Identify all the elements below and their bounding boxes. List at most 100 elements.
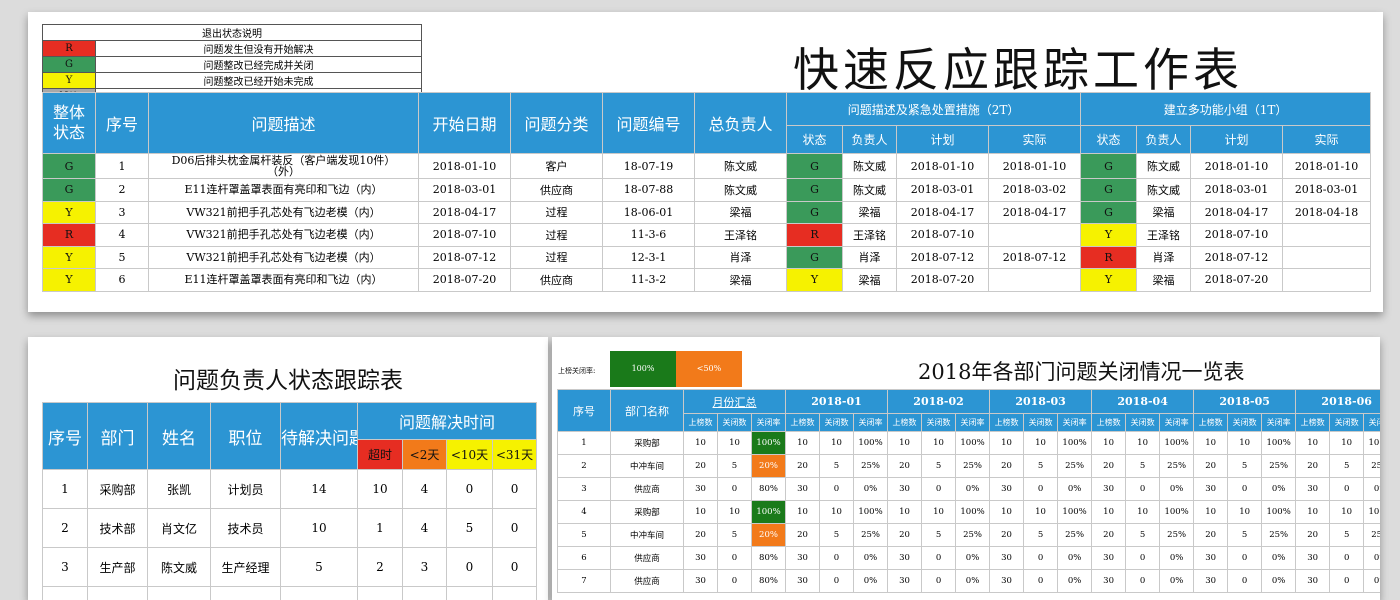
header-sub-0: 上榜数 — [989, 413, 1025, 432]
summary-rate: 80% — [751, 546, 786, 570]
month-listed: 30 — [989, 477, 1025, 501]
step-2t-actual: 2018-01-10 — [987, 153, 1082, 179]
owner-position: 生产经理 — [210, 547, 281, 587]
header-sub-2: 关闭率 — [852, 413, 889, 432]
header-no: 序号 — [42, 402, 88, 470]
month-closed: 0 — [819, 569, 854, 593]
legend-code: R — [42, 40, 96, 57]
month-listed: 30 — [785, 477, 820, 501]
empty-cell — [491, 586, 538, 600]
dept-name: 采购部 — [610, 431, 684, 455]
month-closed: 10 — [1023, 500, 1059, 524]
tracking-row: G 1 D06后排头枕金属杆装反（客户端发现10件） （外） 2018-01-10 客户 1… — [42, 153, 1372, 179]
empty-cell — [446, 586, 493, 600]
header-group-1t: 建立多功能小组（1T） — [1080, 92, 1372, 126]
row-category: 供应商 — [510, 178, 603, 202]
owner-time-0: 1 — [357, 508, 403, 548]
owner-row-partial — [42, 586, 538, 600]
legend-text: 问题整改已经开始未完成 — [95, 72, 422, 89]
step-1t-owner: 肖泽 — [1136, 245, 1192, 269]
owner-dept: 生产部 — [87, 547, 148, 587]
month-listed: 30 — [1193, 546, 1229, 570]
row-start-date: 2018-04-17 — [418, 200, 511, 224]
dept-row-no: 5 — [557, 523, 611, 547]
owner-position: 技术员 — [210, 508, 281, 548]
tracking-row: Y 5 VW321前把手孔芯处有飞边老模（内） 2018-07-12 过程 12-3-1 肖… — [42, 245, 1372, 269]
summary-listed: 10 — [683, 500, 718, 524]
step-1t-actual: 2018-03-01 — [1282, 178, 1372, 202]
month-closed: 0 — [1125, 546, 1161, 570]
row-owner: 梁福 — [694, 268, 787, 292]
row-issue-code: 11-3-2 — [602, 268, 695, 292]
header-sub-b-1: 负责人 — [1136, 125, 1192, 154]
month-closed: 10 — [921, 500, 957, 524]
month-rate: 100% — [1363, 431, 1380, 455]
dept-name: 供应商 — [610, 569, 684, 593]
owner-row: 2 技术部 肖文亿 技术员 10 1 4 5 0 — [42, 508, 538, 548]
step-2t-actual: 2018-03-02 — [987, 178, 1082, 202]
dept-row-no: 1 — [557, 431, 611, 455]
month-rate: 100% — [955, 500, 991, 524]
dept-row: 3供应商30080%3000%3000%3000%3000%3000%3000% — [557, 477, 1380, 501]
month-closed: 0 — [819, 477, 854, 501]
month-closed: 10 — [819, 500, 854, 524]
header-month: 2018-05 — [1193, 389, 1297, 414]
header-sub-0: 上榜数 — [683, 413, 718, 432]
month-rate: 25% — [852, 523, 889, 547]
step-1t-status: R — [1080, 245, 1138, 269]
month-rate: 25% — [955, 454, 991, 478]
dept-table-title: 2018年各部门问题关闭情况一览表 — [918, 360, 1245, 384]
owner-no: 3 — [42, 547, 88, 587]
month-listed: 10 — [785, 431, 820, 455]
header-sub-2: 关闭率 — [1057, 413, 1093, 432]
month-listed: 10 — [989, 500, 1025, 524]
owner-pending: 5 — [280, 547, 358, 587]
header-sub-1: 关闭数 — [1023, 413, 1059, 432]
owner-table-title: 问题负责人状态跟踪表 — [173, 368, 403, 394]
month-listed: 30 — [989, 569, 1025, 593]
dept-row: 4 采购部 10 10 100% 10 10 100% 10 10 100% 10 10 100% 10 10… — [557, 500, 1380, 524]
month-listed: 10 — [1193, 500, 1229, 524]
month-rate: 0% — [1057, 546, 1093, 570]
month-rate: 100% — [1363, 500, 1380, 524]
header-sub-0: 上榜数 — [1091, 413, 1127, 432]
month-listed: 30 — [989, 546, 1025, 570]
header-dept-name: 部门名称 — [610, 389, 684, 432]
summary-listed: 20 — [683, 523, 718, 547]
empty-cell — [147, 586, 211, 600]
header-description: 问题描述 — [148, 92, 419, 154]
summary-closed: 5 — [717, 523, 752, 547]
month-listed: 10 — [887, 500, 923, 524]
step-2t-owner: 陈文威 — [842, 153, 897, 179]
owner-status-panel: 问题负责人状态跟踪表 序号 部门 姓名 职位 待解决问题 问题解决时间 超时 <2天 <10天 <… — [28, 337, 548, 600]
month-listed: 10 — [1295, 431, 1331, 455]
step-1t-plan: 2018-07-10 — [1190, 223, 1284, 247]
step-1t-actual — [1282, 245, 1372, 269]
month-rate: 25% — [955, 523, 991, 547]
step-1t-status: G — [1080, 178, 1138, 202]
month-rate: 25% — [1159, 454, 1195, 478]
month-closed: 10 — [1227, 431, 1263, 455]
header-position: 职位 — [210, 402, 281, 470]
dept-closure-table: 序号 部门名称 月份汇总 2018-01 2018-02 2018-03 2018-04 20… — [557, 389, 1380, 593]
month-closed: 5 — [1227, 454, 1263, 478]
month-rate: 100% — [852, 431, 889, 455]
step-2t-owner: 王泽铭 — [842, 223, 897, 247]
step-1t-owner: 陈文威 — [1136, 178, 1192, 202]
description-line: VW321前把手孔芯处有飞边老模（内） — [186, 250, 381, 264]
month-listed: 20 — [1091, 523, 1127, 547]
tracking-row: R 4 VW321前把手孔芯处有飞边老模（内） 2018-07-10 过程 11-3-6 王… — [42, 223, 1372, 247]
header-sub-1: 关闭数 — [819, 413, 854, 432]
header-sub-1: 关闭数 — [921, 413, 957, 432]
step-2t-plan: 2018-07-12 — [896, 245, 989, 269]
step-1t-plan: 2018-07-20 — [1190, 268, 1284, 292]
overall-status-badge: G — [42, 178, 96, 202]
header-sub-b-3: 实际 — [1282, 125, 1372, 154]
row-category: 客户 — [510, 153, 603, 179]
header-time-0: 超时 — [357, 439, 403, 470]
overall-status-badge: G — [42, 153, 96, 179]
month-rate: 0% — [1363, 477, 1380, 501]
step-2t-status: G — [786, 153, 843, 179]
header-sub-2: 关闭率 — [1363, 413, 1380, 432]
step-2t-actual — [987, 268, 1082, 292]
